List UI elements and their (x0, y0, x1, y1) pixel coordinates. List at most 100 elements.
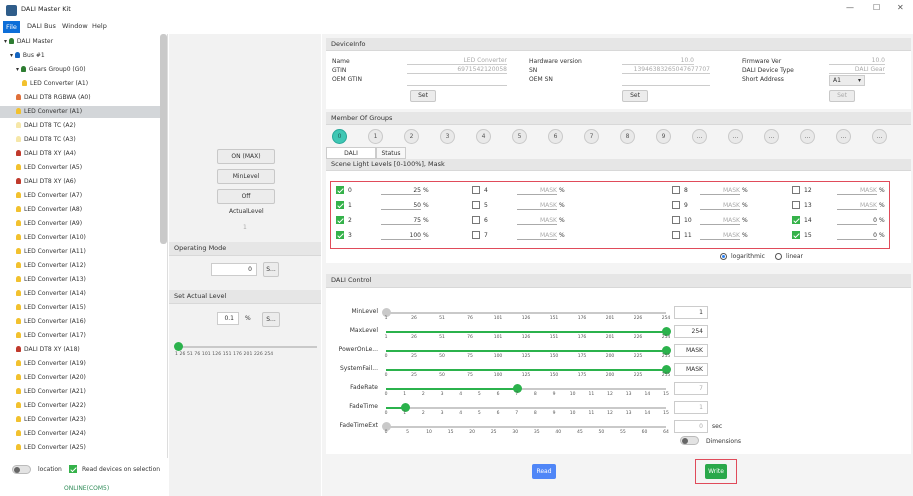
scene-checkbox[interactable] (792, 216, 800, 224)
scene-checkbox[interactable] (336, 216, 344, 224)
tree-item[interactable]: LED Converter (A16) (0, 316, 160, 328)
oem-sn-field[interactable] (622, 85, 710, 86)
scene-level-input[interactable]: MASK (517, 217, 557, 225)
scene-level-input[interactable]: 75 (381, 217, 421, 225)
scene-checkbox[interactable] (336, 186, 344, 194)
menu-file[interactable]: File (3, 21, 20, 33)
tree-item[interactable]: LED Converter (A8) (0, 204, 160, 216)
scene-level-input[interactable]: 100 (381, 232, 421, 240)
scene-checkbox[interactable] (472, 231, 480, 239)
write-button[interactable]: Write (705, 464, 727, 479)
scene-checkbox[interactable] (792, 231, 800, 239)
scene-checkbox[interactable] (672, 186, 680, 194)
tree-item[interactable]: LED Converter (A24) (0, 428, 160, 440)
scene-checkbox[interactable] (336, 231, 344, 239)
set-actual-level-input[interactable]: 0.1 (217, 312, 239, 325)
slider-value-input[interactable]: 0 (674, 420, 708, 433)
scene-level-input[interactable]: MASK (700, 187, 740, 195)
group-button[interactable]: 2 (404, 129, 419, 144)
group-button[interactable]: ... (800, 129, 815, 144)
group-button[interactable]: 0 (332, 129, 347, 144)
tree-item[interactable]: LED Converter (A25) (0, 442, 160, 454)
short-address-select[interactable]: A1 ▾ (829, 75, 865, 86)
tree-item[interactable]: DALI DT8 XY (A6) (0, 176, 160, 188)
slider-value-input[interactable]: 7 (674, 382, 708, 395)
tree-item[interactable]: LED Converter (A15) (0, 302, 160, 314)
slider-value-input[interactable]: MASK (674, 363, 708, 376)
tree-item[interactable]: LED Converter (A11) (0, 246, 160, 258)
group-button[interactable]: 6 (548, 129, 563, 144)
min-level-button[interactable]: MinLevel (217, 169, 275, 184)
close-icon[interactable]: ✕ (897, 3, 904, 12)
slider-track[interactable] (386, 312, 666, 314)
scene-checkbox[interactable] (792, 186, 800, 194)
short-address-set-button[interactable]: Set (829, 90, 855, 102)
tree-item[interactable]: LED Converter (A9) (0, 218, 160, 230)
menu-help[interactable]: Help (92, 22, 107, 30)
scene-level-input[interactable]: MASK (517, 187, 557, 195)
minimize-icon[interactable]: — (846, 3, 854, 12)
actual-level-slider-knob[interactable] (174, 342, 183, 351)
scene-checkbox[interactable] (792, 201, 800, 209)
scene-level-input[interactable]: MASK (837, 187, 877, 195)
tree-item[interactable]: LED Converter (A1) (0, 106, 160, 119)
scene-level-input[interactable]: 50 (381, 202, 421, 210)
oem-gtin-field[interactable] (407, 85, 507, 86)
tree-item[interactable]: LED Converter (A7) (0, 190, 160, 202)
set-actual-level-button[interactable]: S... (262, 312, 280, 327)
tree-item[interactable]: LED Converter (A14) (0, 288, 160, 300)
tree-item[interactable]: LED Converter (A19) (0, 358, 160, 370)
group-button[interactable]: 8 (620, 129, 635, 144)
tree-item[interactable]: ▾ DALI Master (0, 36, 160, 48)
group-button[interactable]: ... (872, 129, 887, 144)
operating-mode-input[interactable]: 0 (211, 263, 257, 276)
logarithmic-radio[interactable] (720, 253, 727, 260)
group-button[interactable]: ... (764, 129, 779, 144)
tree-item[interactable]: ▾ Bus #1 (0, 50, 160, 62)
scene-level-input[interactable]: 0 (837, 232, 877, 240)
scene-checkbox[interactable] (672, 216, 680, 224)
group-button[interactable]: 1 (368, 129, 383, 144)
group-button[interactable]: ... (836, 129, 851, 144)
scene-checkbox[interactable] (472, 201, 480, 209)
tree-item[interactable]: LED Converter (A13) (0, 274, 160, 286)
tree-item[interactable]: ▾ Gears Group0 (G0) (0, 64, 160, 76)
oem-gtin-set-button[interactable]: Set (410, 90, 436, 102)
slider-value-input[interactable]: 1 (674, 401, 708, 414)
group-button[interactable]: 3 (440, 129, 455, 144)
group-button[interactable]: 4 (476, 129, 491, 144)
tree-item[interactable]: LED Converter (A20) (0, 372, 160, 384)
scene-level-input[interactable]: MASK (517, 232, 557, 240)
tree-item[interactable]: DALI DT8 XY (A18) (0, 344, 160, 356)
scene-checkbox[interactable] (336, 201, 344, 209)
location-toggle[interactable] (12, 465, 31, 474)
scene-level-input[interactable]: MASK (517, 202, 557, 210)
scene-level-input[interactable]: 0 (837, 217, 877, 225)
slider-value-input[interactable]: 1 (674, 306, 708, 319)
menu-dali-bus[interactable]: DALI Bus (27, 22, 56, 30)
group-button[interactable]: ... (728, 129, 743, 144)
maximize-icon[interactable]: ☐ (873, 3, 880, 12)
scene-checkbox[interactable] (472, 216, 480, 224)
group-button[interactable]: 9 (656, 129, 671, 144)
tree-item[interactable]: DALI DT8 TC (A2) (0, 120, 160, 132)
tree-item[interactable]: LED Converter (A23) (0, 414, 160, 426)
read-devices-checkbox[interactable] (69, 465, 77, 473)
scene-checkbox[interactable] (472, 186, 480, 194)
tree-item[interactable]: DALI DT8 TC (A3) (0, 134, 160, 146)
slider-value-input[interactable]: 254 (674, 325, 708, 338)
menu-window[interactable]: Window (62, 22, 88, 30)
off-button[interactable]: Off (217, 189, 275, 204)
tree-item[interactable]: LED Converter (A17) (0, 330, 160, 342)
tree-item[interactable]: LED Converter (A12) (0, 260, 160, 272)
tree-item[interactable]: LED Converter (A10) (0, 232, 160, 244)
tree-scrollbar[interactable] (160, 34, 167, 244)
slider-track[interactable] (386, 426, 666, 428)
scene-level-input[interactable]: MASK (700, 232, 740, 240)
slider-value-input[interactable]: MASK (674, 344, 708, 357)
tree-item[interactable]: LED Converter (A5) (0, 162, 160, 174)
dimensions-toggle[interactable] (680, 436, 699, 445)
group-button[interactable]: 5 (512, 129, 527, 144)
on-max-button[interactable]: ON (MAX) (217, 149, 275, 164)
tree-item[interactable]: LED Converter (A1) (0, 78, 160, 90)
